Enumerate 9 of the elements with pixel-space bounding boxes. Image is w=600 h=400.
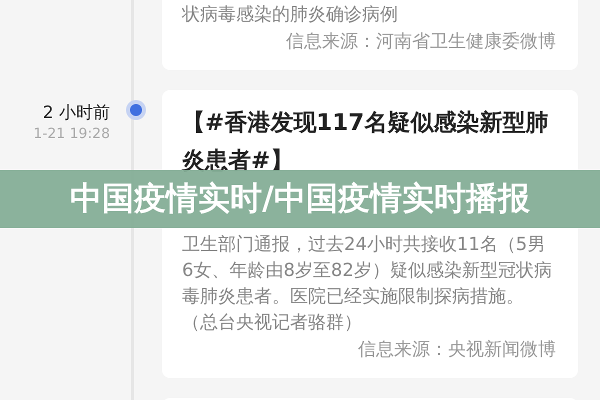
relative-time: 2 小时前 — [42, 102, 110, 124]
timeline-dot-icon — [130, 104, 142, 116]
timestamp: 1-21 19:28 — [33, 125, 110, 144]
news-body: 状病毒感染的肺炎确诊病例 — [182, 3, 399, 27]
news-source: 信息来源：央视新闻微博 — [357, 338, 556, 362]
news-body: 卫生部门通报，过去24小时共接收11名（5男6女、年龄由8岁至82岁）疑似感染新型冠状病毒肺炎患者。医院已经实施限制探病措施。（总台央视记者骆群） — [182, 233, 553, 335]
news-source: 信息来源：河南省卫生健康委微博 — [285, 30, 556, 54]
news-title: 【#香港发现117名疑似感染新型肺炎患者#】 — [182, 109, 550, 176]
banner-title: 中国疫情实时/中国疫情实时播报 — [70, 178, 530, 219]
